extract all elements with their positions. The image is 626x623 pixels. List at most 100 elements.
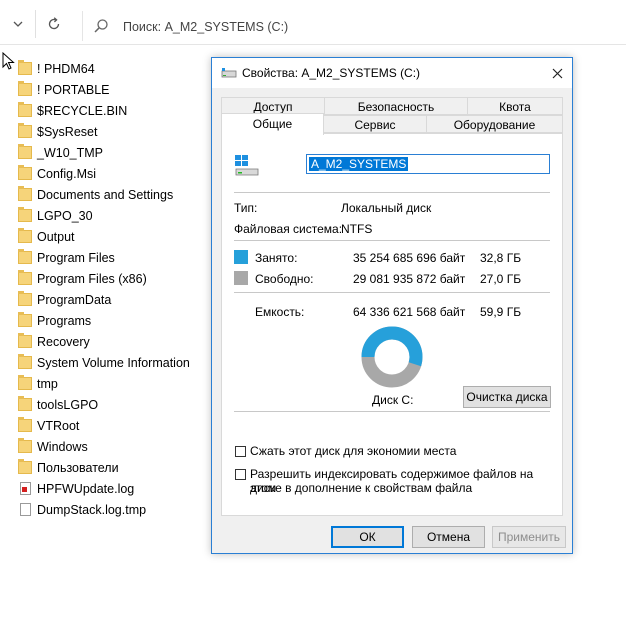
folder-icon (18, 354, 32, 369)
file-name: Output (37, 229, 75, 244)
index-checkbox[interactable] (235, 469, 246, 480)
folder-icon (18, 396, 32, 411)
file-list: ! PHDM64 ! PORTABLE $RECYCLE.BIN $SysReset _… (18, 58, 190, 520)
file-name: Recovery (37, 334, 90, 349)
used-bytes: 35 254 685 696 байт (353, 251, 466, 265)
drive-icon (221, 68, 237, 78)
search-icon (94, 19, 108, 33)
list-item[interactable]: Пользователи (18, 457, 190, 478)
folder-icon (18, 144, 32, 159)
apply-button[interactable]: Применить (492, 526, 566, 548)
list-item[interactable]: System Volume Information (18, 352, 190, 373)
list-item[interactable]: $SysReset (18, 121, 190, 142)
file-name: Program Files (x86) (37, 271, 147, 286)
close-icon (552, 68, 562, 78)
folder-icon (18, 60, 32, 75)
file-name: ! PHDM64 (37, 61, 95, 76)
file-name: Config.Msi (37, 166, 97, 181)
list-item[interactable]: LGPO_30 (18, 205, 190, 226)
file-name: Documents and Settings (37, 187, 174, 202)
list-item[interactable]: Program Files (18, 247, 190, 268)
tab-service[interactable]: Сервис (323, 115, 427, 133)
divider (234, 411, 550, 412)
file-name: toolsLGPO (37, 397, 99, 412)
list-item[interactable]: Config.Msi (18, 163, 190, 184)
list-item[interactable]: Program Files (x86) (18, 268, 190, 289)
file-name: _W10_TMP (37, 145, 103, 160)
list-item[interactable]: ! PORTABLE (18, 79, 190, 100)
used-label: Занято: (255, 251, 298, 265)
tab-quota[interactable]: Квота (467, 97, 563, 115)
list-item[interactable]: $RECYCLE.BIN (18, 100, 190, 121)
list-item[interactable]: Programs (18, 310, 190, 331)
mouse-cursor-icon (2, 52, 15, 70)
list-item[interactable]: Output (18, 226, 190, 247)
folder-icon (18, 249, 32, 264)
free-bytes: 29 081 935 872 байт (353, 272, 466, 286)
file-icon (20, 503, 31, 516)
capacity-label: Емкость: (255, 305, 305, 319)
general-tab-panel: A_M2_SYSTEMS Тип: Локальный диск Файлова… (221, 133, 563, 516)
list-item[interactable]: toolsLGPO (18, 394, 190, 415)
list-item[interactable]: VTRoot (18, 415, 190, 436)
filesystem-label: Файловая система: (234, 222, 343, 236)
type-label: Тип: (234, 201, 258, 215)
refresh-icon[interactable] (42, 13, 66, 35)
folder-icon (18, 333, 32, 348)
filesystem-value: NTFS (341, 222, 373, 236)
close-button[interactable] (542, 58, 572, 88)
folder-icon (18, 102, 32, 117)
folder-icon (18, 375, 32, 390)
list-item[interactable]: ProgramData (18, 289, 190, 310)
used-space-swatch (234, 250, 248, 264)
list-item[interactable]: ! PHDM64 (18, 58, 190, 79)
list-item[interactable]: DumpStack.log.tmp (18, 499, 190, 520)
divider (35, 10, 36, 38)
file-name: LGPO_30 (37, 208, 93, 223)
tab-hardware[interactable]: Оборудование (426, 115, 563, 133)
free-space-swatch (234, 271, 248, 285)
drive-letter-label: Диск C: (372, 393, 414, 407)
list-item[interactable]: Windows (18, 436, 190, 457)
compress-checkbox[interactable] (235, 446, 246, 457)
dialog-title: Свойства: A_M2_SYSTEMS (C:) (242, 66, 421, 80)
folder-icon (18, 123, 32, 138)
list-item[interactable]: _W10_TMP (18, 142, 190, 163)
properties-dialog: Свойства: A_M2_SYSTEMS (C:) Доступ Безоп… (211, 57, 573, 554)
divider (234, 240, 550, 241)
type-value: Локальный диск (341, 201, 432, 215)
disk-usage-chart (361, 326, 423, 388)
list-item[interactable]: Documents and Settings (18, 184, 190, 205)
disk-cleanup-button[interactable]: Очистка диска (463, 386, 551, 408)
folder-icon (18, 417, 32, 432)
compress-label: Сжать этот диск для экономии места (250, 444, 457, 458)
file-name: System Volume Information (37, 355, 190, 370)
file-name: Пользователи (37, 460, 119, 475)
file-name: Windows (37, 439, 88, 454)
chevron-down-icon[interactable] (6, 13, 30, 35)
drive-icon (235, 155, 259, 176)
folder-icon (18, 438, 32, 453)
tab-security[interactable]: Безопасность (324, 97, 468, 115)
folder-icon (18, 81, 32, 96)
search-box[interactable]: Поиск: A_M2_SYSTEMS (C:) (82, 11, 623, 41)
file-name: DumpStack.log.tmp (37, 502, 147, 517)
divider (234, 192, 550, 193)
folder-icon (18, 291, 32, 306)
file-name: HPFWUpdate.log (37, 481, 135, 496)
ok-button[interactable]: ОК (331, 526, 404, 548)
list-item[interactable]: tmp (18, 373, 190, 394)
dialog-titlebar[interactable]: Свойства: A_M2_SYSTEMS (C:) (212, 58, 572, 88)
capacity-gb: 59,9 ГБ (480, 305, 522, 319)
folder-icon (18, 270, 32, 285)
tab-general[interactable]: Общие (221, 113, 324, 135)
drive-name-input[interactable]: A_M2_SYSTEMS (306, 154, 550, 174)
capacity-bytes: 64 336 621 568 байт (353, 305, 466, 319)
free-gb: 27,0 ГБ (480, 272, 522, 286)
list-item[interactable]: Recovery (18, 331, 190, 352)
folder-icon (18, 459, 32, 474)
file-name: Program Files (37, 250, 115, 265)
file-name: ProgramData (37, 292, 112, 307)
cancel-button[interactable]: Отмена (412, 526, 485, 548)
list-item[interactable]: HPFWUpdate.log (18, 478, 190, 499)
